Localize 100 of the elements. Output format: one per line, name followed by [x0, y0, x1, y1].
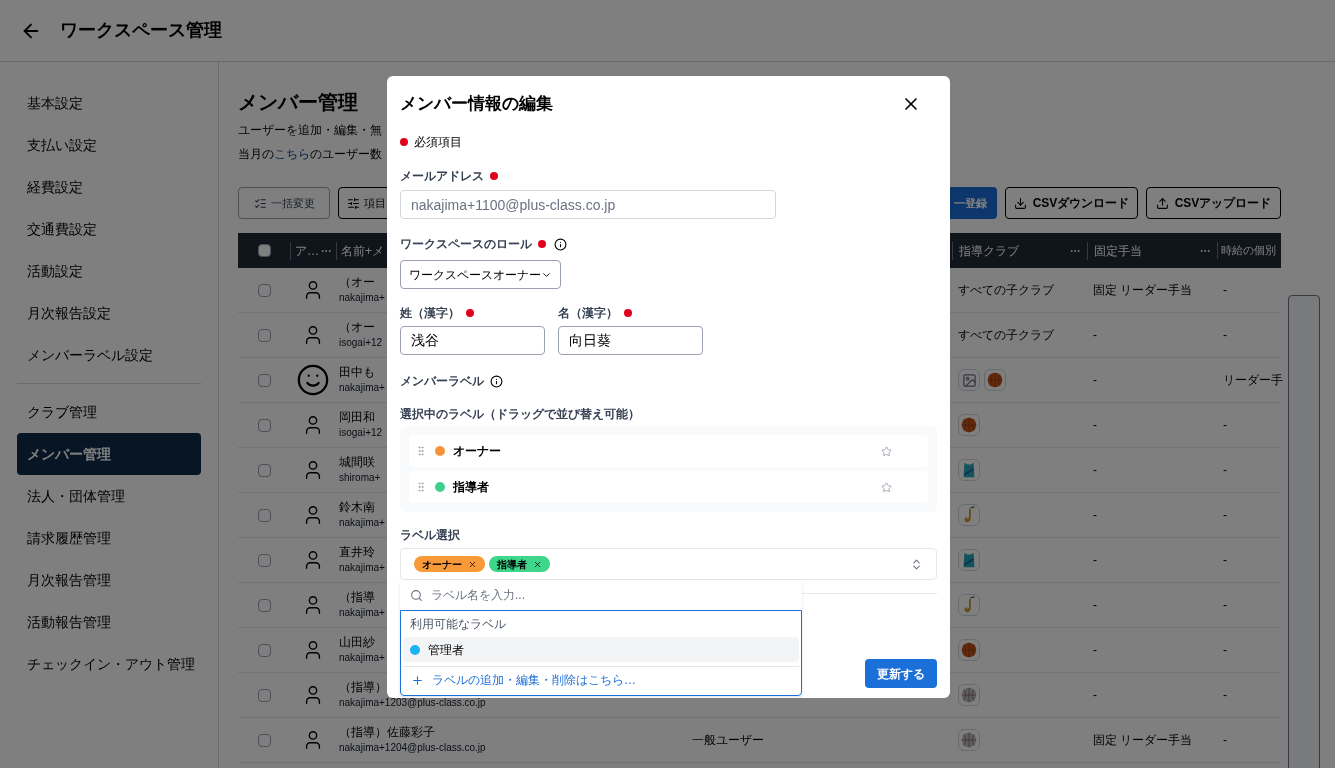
column-header: 指導クラブ — [959, 242, 1019, 260]
row-checkbox[interactable] — [257, 463, 271, 477]
row-checkbox[interactable] — [257, 283, 271, 297]
info-icon[interactable] — [554, 237, 567, 251]
member-email: nakajima+1204@plus-class.co.jp — [339, 741, 486, 755]
sidebar-item[interactable]: 基本設定 — [17, 82, 201, 124]
toolbar-icon — [253, 196, 267, 210]
saxophone-icon — [958, 504, 980, 526]
row-checkbox[interactable] — [257, 373, 271, 387]
member-email: isogai+12 — [339, 426, 383, 440]
role-select[interactable]: ワークスペースオーナー — [400, 260, 561, 289]
column-header: 固定手当 — [1094, 242, 1142, 260]
sidebar-item[interactable]: メンバー管理 — [17, 433, 201, 475]
sidebar-item[interactable]: 支払い設定 — [17, 124, 201, 166]
member-name: 田中も — [339, 365, 375, 380]
row-checkbox[interactable] — [257, 508, 271, 522]
column-header: 名前+メ — [341, 243, 384, 258]
table-cell: - — [1223, 328, 1227, 342]
member-email: nakajima+ — [339, 651, 385, 665]
label-chip: オーナー — [414, 556, 485, 572]
sidebar-item[interactable]: 活動報告管理 — [17, 601, 201, 643]
member-name: 直井玲 — [339, 545, 375, 560]
sidebar-item[interactable]: 月次報告管理 — [17, 559, 201, 601]
member-email: nakajima+ — [339, 606, 385, 620]
row-checkbox[interactable] — [257, 328, 271, 342]
column-header: 時給の個別 — [1221, 243, 1276, 259]
member-email: isogai+12 — [339, 336, 383, 350]
table-cell: - — [1223, 733, 1227, 747]
label-search-field[interactable]: ラベル名を入力... — [431, 586, 792, 604]
remove-icon[interactable] — [533, 559, 542, 569]
table-cell: - — [1093, 643, 1097, 657]
label-chip: 指導者 — [489, 556, 550, 572]
table-cell: - — [1223, 688, 1227, 702]
label-row[interactable]: オーナー — [409, 435, 928, 467]
row-checkbox[interactable] — [257, 643, 271, 657]
drag-handle-icon[interactable] — [415, 481, 427, 493]
table-cell-text: すべての子クラブ — [958, 282, 1054, 299]
ball-icon — [958, 684, 980, 706]
member-email: shiroma+ — [339, 471, 381, 485]
drag-handle-icon[interactable] — [415, 445, 427, 457]
table-cell: - — [1093, 328, 1097, 342]
remove-icon[interactable] — [468, 559, 477, 569]
row-checkbox[interactable] — [257, 418, 271, 432]
sidebar-item[interactable]: チェックイン・アウト管理 — [17, 643, 201, 685]
table-cell: リーダー手 — [1223, 373, 1283, 387]
ball-icon — [958, 729, 980, 751]
option-name: 管理者 — [428, 641, 464, 659]
sidebar-item[interactable]: クラブ管理 — [17, 391, 201, 433]
member-email: nakajima+ — [339, 291, 385, 305]
label-row[interactable]: 指導者 — [409, 471, 928, 503]
required-note: 必須項目 — [414, 134, 462, 151]
table-cell: - — [1093, 418, 1097, 432]
member-name: 城間咲 — [339, 455, 375, 470]
field-label: ラベル選択 — [400, 528, 460, 542]
star-icon[interactable] — [881, 445, 892, 457]
section-title: メンバー管理 — [238, 90, 358, 115]
sidebar-item[interactable]: 経費設定 — [17, 166, 201, 208]
table-cell: - — [1093, 508, 1097, 522]
table-cell: - — [1093, 373, 1097, 387]
table-cell: - — [1093, 598, 1097, 612]
row-checkbox[interactable] — [257, 598, 271, 612]
member-email: nakajima+ — [339, 381, 385, 395]
select-all-checkbox[interactable] — [257, 244, 271, 257]
table-cell: 一般ユーザー — [692, 733, 764, 747]
sidebar-item[interactable]: 交通費設定 — [17, 208, 201, 250]
row-checkbox[interactable] — [257, 553, 271, 567]
name-field[interactable]: 向日葵 — [558, 326, 703, 355]
section-label: 利用可能なラベル — [410, 616, 506, 633]
ball-icon — [958, 414, 980, 436]
sidebar-item[interactable]: 活動設定 — [17, 250, 201, 292]
row-checkbox[interactable] — [257, 688, 271, 702]
csv-button[interactable]: CSVダウンロード — [1005, 187, 1138, 219]
toolbar-icon — [347, 196, 360, 210]
here-link[interactable]: こちら — [274, 147, 310, 161]
member-email: nakajima+1203@plus-class.co.jp — [339, 696, 486, 710]
sidebar-item[interactable]: 請求履歴管理 — [17, 517, 201, 559]
sidebar-item[interactable]: 月次報告設定 — [17, 292, 201, 334]
member-name: （指導）佐藤彩子 — [339, 725, 435, 740]
section-description: ユーザーを追加・編集・無 — [238, 122, 382, 139]
field-label: メンバーラベル — [400, 373, 484, 390]
add-label-link[interactable]: ラベルの追加・編集・削除はこちら… — [403, 667, 799, 693]
dialog-title: メンバー情報の編集 — [400, 93, 553, 116]
name-field[interactable]: 浅谷 — [400, 326, 545, 355]
sidebar-item[interactable]: 法人・団体管理 — [17, 475, 201, 517]
table-cell: 固定 リーダー手当 — [1093, 283, 1193, 297]
user-count-note: 当月のこちらのユーザー数 — [238, 146, 382, 163]
star-icon[interactable] — [881, 481, 892, 493]
member-name: （オー — [339, 275, 375, 290]
table-cell-text: すべての子クラブ — [958, 327, 1054, 344]
table-cell: - — [1093, 688, 1097, 702]
shirt-icon — [958, 459, 980, 481]
sidebar-item[interactable]: メンバーラベル設定 — [17, 334, 201, 376]
info-icon[interactable] — [490, 374, 503, 388]
csv-button[interactable]: CSVアップロード — [1146, 187, 1281, 219]
row-checkbox[interactable] — [257, 733, 271, 747]
search-icon — [410, 588, 423, 602]
update-button[interactable]: 更新する — [865, 659, 937, 688]
chevrons-icon — [910, 557, 923, 571]
member-name: 鈴木南 — [339, 500, 375, 515]
label-option[interactable]: 管理者 — [403, 637, 799, 662]
